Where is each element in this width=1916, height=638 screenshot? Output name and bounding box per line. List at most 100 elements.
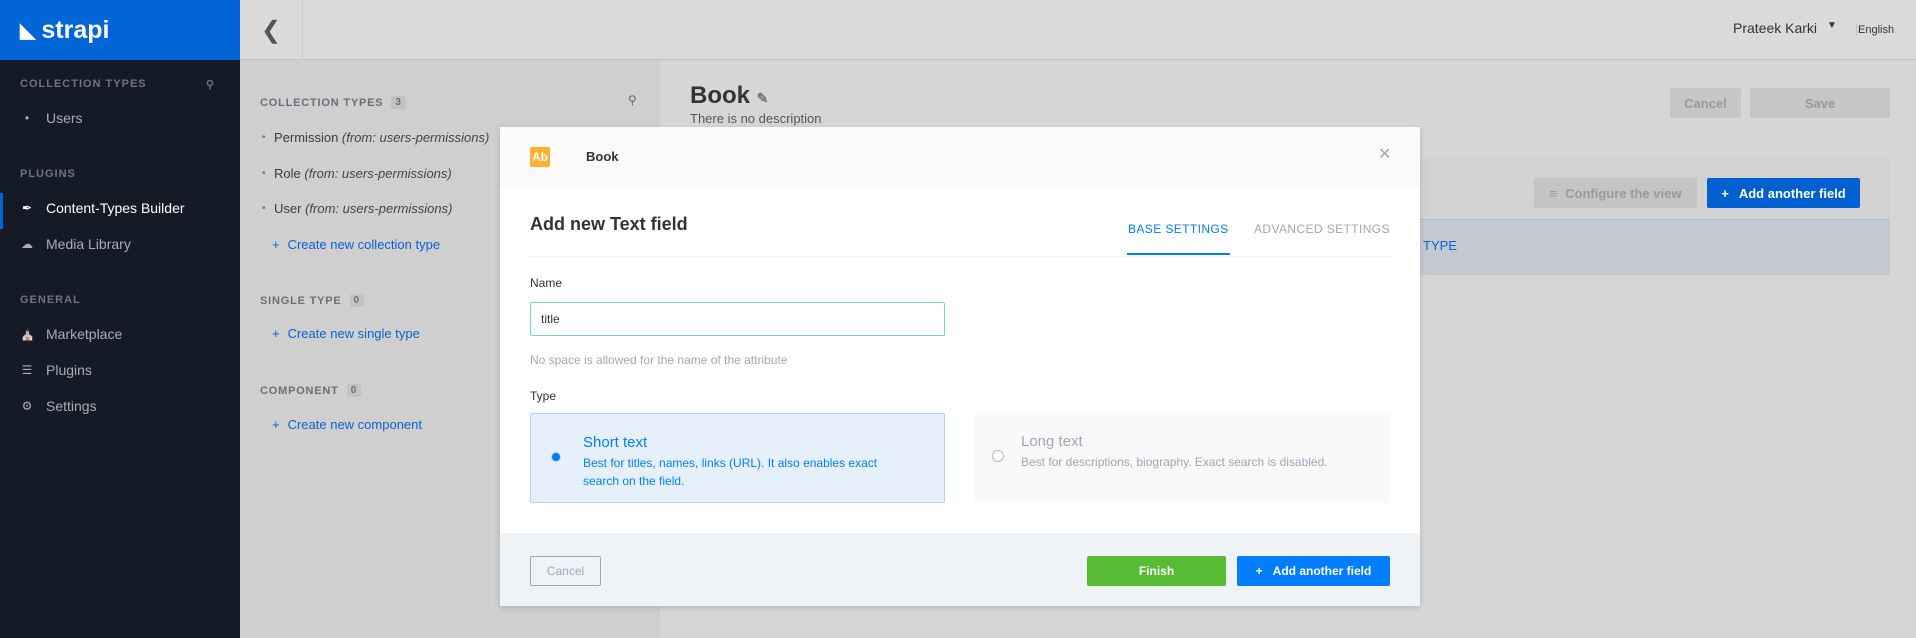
column-type: TYPE <box>1423 238 1457 253</box>
plus-icon: + <box>272 237 280 252</box>
item-name: Permission <box>274 130 339 145</box>
sidebar-item-label: Settings <box>46 398 97 414</box>
sidebar-item-label: Marketplace <box>46 326 123 342</box>
sidebar-item-marketplace[interactable]: ⛪ Marketplace <box>20 326 122 342</box>
option-description: Best for descriptions, biography. Exact … <box>1021 455 1328 469</box>
top-bar <box>240 0 1916 60</box>
modal-cancel-button[interactable]: Cancel <box>530 556 601 586</box>
single-type-header: SINGLE TYPE 0 <box>260 294 364 307</box>
option-title: Short text <box>583 434 648 451</box>
sidebar-item-content-types-builder[interactable]: ✒ Content-Types Builder <box>20 200 185 216</box>
plus-icon: + <box>272 326 280 341</box>
plus-icon: + <box>1255 564 1263 578</box>
count-badge: 0 <box>349 294 364 307</box>
link-label: Create new single type <box>287 326 420 341</box>
add-field-modal: Ab Book ✕ Add new Text field BASE SETTIN… <box>500 127 1420 606</box>
section-title: COLLECTION TYPES <box>20 78 147 90</box>
cancel-button[interactable]: Cancel <box>1670 88 1741 118</box>
section-title: COMPONENT <box>260 384 339 397</box>
button-label: Configure the view <box>1565 185 1682 201</box>
option-short-text[interactable]: Short text Best for titles, names, links… <box>530 413 945 503</box>
active-indicator <box>0 193 3 229</box>
tab-base-settings[interactable]: BASE SETTINGS <box>1127 222 1230 255</box>
count-badge: 0 <box>346 384 362 397</box>
close-icon[interactable]: ✕ <box>1378 144 1391 164</box>
collection-types-header: COLLECTION TYPES 3 <box>260 96 406 109</box>
search-icon[interactable]: ⚲ <box>628 93 637 107</box>
sidebar-item-plugins[interactable]: ☰ Plugins <box>20 362 92 378</box>
item-name: User <box>274 201 302 216</box>
bullet-icon: • <box>24 111 30 125</box>
button-label: Add another field <box>1738 185 1846 201</box>
language-select[interactable]: English <box>1856 24 1894 36</box>
item-name: Role <box>274 166 301 181</box>
list-item[interactable]: Permission (from: users-permissions) <box>262 130 490 145</box>
modal-entity-name: Book <box>586 149 619 164</box>
pencil-icon[interactable]: ✎ <box>757 90 769 106</box>
modal-title: Add new Text field <box>530 214 688 234</box>
section-title: COLLECTION TYPES <box>260 96 384 109</box>
gear-icon: ⚙ <box>21 399 33 413</box>
add-another-field-button[interactable]: + Add another field <box>1707 178 1860 208</box>
type-label: Type <box>530 389 557 403</box>
count-badge: 3 <box>391 96 406 109</box>
page-description: There is no description <box>690 111 822 126</box>
radio-selected[interactable] <box>551 452 561 462</box>
brand-name: strapi <box>41 15 110 44</box>
back-button[interactable]: ❮ <box>240 0 303 60</box>
modal-header: Ab Book ✕ <box>500 127 1420 187</box>
cloud-upload-icon: ☁ <box>21 237 33 251</box>
table-header: TYPE <box>1420 219 1890 275</box>
modal-add-another-field-button[interactable]: + Add another field <box>1237 556 1390 586</box>
page-title: Book ✎ <box>690 82 768 110</box>
section-title: SINGLE TYPE <box>260 294 342 307</box>
modal-footer: Cancel Finish + Add another field <box>500 533 1420 606</box>
create-component-link[interactable]: + Create new component <box>272 417 422 432</box>
radio-unselected[interactable] <box>992 450 1004 462</box>
sidebar-item-media-library[interactable]: ☁ Media Library <box>20 236 131 252</box>
section-plugins: PLUGINS <box>20 168 76 180</box>
sidebar: ◣ strapi COLLECTION TYPES ⚲ • Users PLUGINS… <box>0 0 240 638</box>
divider <box>530 256 1390 257</box>
configure-view-button[interactable]: ≡ Configure the view <box>1534 178 1697 208</box>
chevron-left-icon: ❮ <box>260 16 282 44</box>
name-label: Name <box>530 276 563 290</box>
page-title-text: Book <box>690 82 750 109</box>
caret-down-icon: ▼ <box>1827 20 1837 31</box>
user-name: Prateek Karki <box>1733 20 1818 36</box>
sidebar-item-users[interactable]: • Users <box>20 110 83 126</box>
item-source: (from: users-permissions) <box>304 166 452 181</box>
plus-icon: + <box>1721 185 1729 201</box>
link-label: Create new collection type <box>287 237 441 252</box>
save-button[interactable]: Save <box>1750 88 1890 118</box>
list-icon: ☰ <box>21 363 33 377</box>
item-source: (from: users-permissions) <box>305 201 453 216</box>
name-input[interactable] <box>530 302 945 336</box>
create-single-type-link[interactable]: + Create new single type <box>272 326 420 341</box>
section-general: GENERAL <box>20 294 81 306</box>
basket-icon: ⛪ <box>20 327 35 341</box>
sidebar-item-label: Media Library <box>46 236 131 252</box>
list-item[interactable]: User (from: users-permissions) <box>262 201 453 216</box>
name-help-text: No space is allowed for the name of the … <box>530 353 788 367</box>
text-type-badge: Ab <box>530 147 550 167</box>
tab-advanced-settings[interactable]: ADVANCED SETTINGS <box>1254 222 1390 236</box>
sidebar-item-label: Users <box>46 110 83 126</box>
finish-button[interactable]: Finish <box>1087 556 1226 586</box>
option-title: Long text <box>1021 433 1083 450</box>
item-source: (from: users-permissions) <box>341 130 490 145</box>
option-long-text[interactable]: Long text Best for descriptions, biograp… <box>975 413 1390 503</box>
strapi-logo[interactable]: ◣ strapi <box>0 0 240 60</box>
option-description: Best for titles, names, links (URL). It … <box>583 456 878 488</box>
sidebar-item-label: Content-Types Builder <box>46 200 185 216</box>
component-header: COMPONENT 0 <box>260 384 362 397</box>
sidebar-item-settings[interactable]: ⚙ Settings <box>20 398 97 414</box>
user-menu[interactable]: Prateek Karki ▼ <box>1733 20 1837 36</box>
create-collection-type-link[interactable]: + Create new collection type <box>272 237 440 252</box>
search-icon[interactable]: ⚲ <box>206 78 215 91</box>
list-item[interactable]: Role (from: users-permissions) <box>262 166 452 181</box>
section-collection-types: COLLECTION TYPES ⚲ <box>20 78 215 91</box>
link-label: Create new component <box>287 417 423 432</box>
plus-icon: + <box>272 417 280 432</box>
sidebar-item-label: Plugins <box>46 362 92 378</box>
